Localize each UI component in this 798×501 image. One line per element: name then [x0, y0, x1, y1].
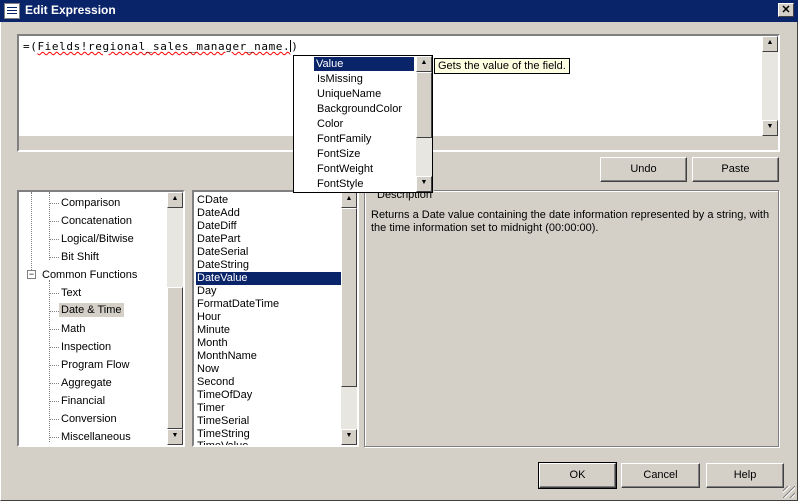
undo-button[interactable]: Undo — [600, 157, 687, 182]
intellisense-item[interactable]: IsMissing — [315, 72, 365, 86]
scroll-down-button[interactable]: ▼ — [167, 429, 183, 445]
description-text: Returns a Date value containing the date… — [371, 209, 770, 234]
tree-item-program-flow[interactable]: Program Flow — [61, 359, 129, 371]
expression-text[interactable]: =(Fields!regional_sales_manager_name.) — [23, 40, 298, 53]
scroll-up-button[interactable]: ▲ — [167, 192, 183, 208]
scroll-down-button[interactable]: ▼ — [762, 120, 778, 136]
list-item-selected[interactable]: DateValue — [196, 272, 344, 285]
tree-guide-line — [49, 437, 59, 438]
scroll-thumb[interactable] — [167, 287, 183, 429]
category-tree[interactable]: Comparison Concatenation Logical/Bitwise… — [17, 190, 185, 447]
tree-guide-line — [49, 203, 59, 204]
intellisense-item[interactable]: Color — [315, 117, 345, 131]
scroll-up-button[interactable]: ▲ — [341, 192, 357, 208]
help-button[interactable]: Help — [706, 463, 784, 488]
tree-guide-line — [49, 311, 59, 312]
scroll-up-button[interactable]: ▲ — [416, 56, 432, 72]
tree-scrollbar[interactable]: ▲ ▼ — [167, 192, 183, 445]
paste-label: Paste — [721, 163, 750, 175]
list-item[interactable]: TimeValue — [196, 441, 344, 445]
tree-item-aggregate[interactable]: Aggregate — [61, 377, 112, 389]
tree-item-comparison[interactable]: Comparison — [61, 197, 120, 209]
list-item[interactable]: Month — [196, 337, 344, 350]
tree-item-inspection[interactable]: Inspection — [61, 341, 111, 353]
list-item[interactable]: Minute — [196, 324, 344, 337]
list-item[interactable]: DateAdd — [196, 207, 344, 220]
tree-item-bit-shift[interactable]: Bit Shift — [61, 251, 99, 263]
expression-suffix: ) — [291, 40, 299, 53]
function-list[interactable]: CDate DateAdd DateDiff DatePart DateSeri… — [192, 190, 359, 447]
title-bar[interactable]: Edit Expression ✕ — [0, 0, 798, 22]
list-item[interactable]: Timer — [196, 402, 344, 415]
editor-scrollbar[interactable]: ▲ ▼ — [762, 36, 778, 136]
list-item[interactable]: Day — [196, 285, 344, 298]
intellisense-item-selected[interactable]: Value — [313, 56, 415, 72]
tree-guide-line — [49, 221, 59, 222]
list-item[interactable]: DatePart — [196, 233, 344, 246]
tree-item-financial[interactable]: Financial — [61, 395, 105, 407]
intellisense-item[interactable]: FontWeight — [315, 162, 375, 176]
intellisense-item[interactable]: FontFamily — [315, 132, 373, 146]
tree-guide-line — [49, 401, 59, 402]
tree-item-miscellaneous[interactable]: Miscellaneous — [61, 431, 131, 443]
intellisense-item[interactable]: BackgroundColor — [315, 102, 404, 116]
description-group: Description Returns a Date value contain… — [364, 189, 779, 447]
tree-guide-line — [49, 329, 59, 330]
tree-item-date-time[interactable]: Date & Time — [59, 303, 124, 317]
intellisense-item[interactable]: UniqueName — [315, 87, 383, 101]
cancel-label: Cancel — [643, 469, 678, 481]
intellisense-item[interactable]: FontStyle — [315, 177, 365, 191]
tree-guide-line — [49, 257, 59, 258]
intellisense-item[interactable]: FontSize — [315, 147, 362, 161]
list-item[interactable]: DateSerial — [196, 246, 344, 259]
list-item[interactable]: CDate — [196, 194, 344, 207]
tree-guide-line — [49, 347, 59, 348]
tree-guide-line — [49, 383, 59, 384]
list-item[interactable]: TimeSerial — [196, 415, 344, 428]
tree-item-logical-bitwise[interactable]: Logical/Bitwise — [61, 233, 134, 245]
resize-grip[interactable] — [783, 486, 795, 498]
close-button[interactable]: ✕ — [778, 3, 794, 17]
window-title: Edit Expression — [25, 3, 116, 17]
list-item[interactable]: Second — [196, 376, 344, 389]
tree-guide-line — [49, 365, 59, 366]
tree-guide-line — [31, 192, 32, 272]
expression-field-ref: Fields!regional_sales_manager_name. — [37, 40, 291, 53]
list-item[interactable]: TimeString — [196, 428, 344, 441]
tree-item-concatenation[interactable]: Concatenation — [61, 215, 132, 227]
scroll-thumb[interactable] — [416, 72, 432, 138]
tree-item-math[interactable]: Math — [61, 323, 85, 335]
list-item[interactable]: FormatDateTime — [196, 298, 344, 311]
tree-item-conversion[interactable]: Conversion — [61, 413, 117, 425]
tree-guide-line — [49, 293, 59, 294]
scroll-thumb[interactable] — [341, 208, 357, 387]
tree-item-text[interactable]: Text — [61, 287, 81, 299]
collapse-expander[interactable]: − — [27, 270, 36, 279]
scroll-down-button[interactable]: ▼ — [416, 176, 432, 192]
ok-label: OK — [569, 469, 586, 481]
intellisense-scrollbar[interactable]: ▲ ▼ — [416, 56, 432, 192]
undo-label: Undo — [630, 163, 657, 175]
ok-button[interactable]: OK — [538, 462, 617, 489]
list-item[interactable]: DateString — [196, 259, 344, 272]
paste-button[interactable]: Paste — [692, 157, 779, 182]
list-item[interactable]: Hour — [196, 311, 344, 324]
tree-guide-line — [49, 239, 59, 240]
scroll-up-button[interactable]: ▲ — [762, 36, 778, 52]
scroll-down-button[interactable]: ▼ — [341, 429, 357, 445]
list-item[interactable]: Now — [196, 363, 344, 376]
tree-guide-line — [49, 419, 59, 420]
list-item[interactable]: DateDiff — [196, 220, 344, 233]
tree-guide-line — [49, 280, 50, 442]
intellisense-popup[interactable]: Value IsMissing UniqueName BackgroundCol… — [293, 55, 433, 193]
app-icon — [4, 3, 20, 19]
function-list-scrollbar[interactable]: ▲ ▼ — [341, 192, 357, 445]
intellisense-tooltip: Gets the value of the field. — [434, 58, 570, 74]
list-item[interactable]: MonthName — [196, 350, 344, 363]
list-item[interactable]: TimeOfDay — [196, 389, 344, 402]
expression-prefix: =( — [23, 40, 38, 53]
cancel-button[interactable]: Cancel — [621, 463, 700, 488]
tree-item-common-functions[interactable]: Common Functions — [42, 269, 137, 281]
help-label: Help — [733, 469, 757, 481]
